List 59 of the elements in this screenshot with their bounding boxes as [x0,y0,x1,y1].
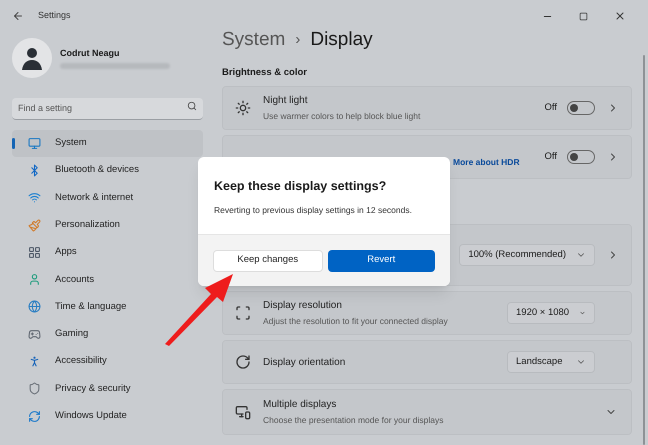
avatar-icon [19,45,45,71]
rotate-icon [235,354,251,370]
sidebar-item[interactable]: Bluetooth & devices [12,156,203,184]
shield-icon [28,382,41,396]
person-icon [28,273,41,286]
gamepad-icon [28,328,41,341]
breadcrumb-parent[interactable]: System [222,26,286,54]
card-title: Night light [263,94,308,108]
maximize-icon[interactable] [579,12,588,20]
breadcrumb-separator: › [295,30,300,50]
sidebar-item[interactable]: System [12,130,203,157]
setting-card[interactable]: Multiple displays Choose the presentation mode for your displays [222,389,632,436]
toggle-state: Off [544,150,557,164]
setting-card[interactable]: Display resolution Adjust the resolution to fit your connected display 1920 × 1080 [222,291,632,336]
toggle-state: Off [544,101,557,116]
sidebar-item[interactable]: Network & internet [12,184,203,212]
user-name: Codrut Neagu [60,46,120,60]
setting-card[interactable]: Night light Use warmer colors to help block blue light Off [222,86,632,130]
scrollbar[interactable] [643,55,645,445]
paintbrush-icon [28,218,41,232]
section-heading: Brightness & color [222,66,308,80]
toggle-switch[interactable] [567,101,595,116]
monitors-icon [235,404,251,420]
card-title: Multiple displays [263,398,338,412]
setting-card[interactable]: Display orientation Landscape [222,340,632,384]
monitor-icon [28,136,41,150]
window-title: Settings [38,9,71,22]
keep-changes-button[interactable]: Keep changes [213,250,322,272]
card-title: Display orientation [263,356,346,370]
sidebar-item[interactable]: Privacy & security [12,375,203,402]
dropdown[interactable]: Landscape [507,351,595,374]
search-field[interactable]: Find a setting [12,98,203,120]
toggle-switch[interactable] [567,150,595,164]
accessibility-icon [28,355,41,368]
bluetooth-icon [28,164,41,177]
dialog-title: Keep these display settings? [214,178,388,195]
page-title: Display [310,28,373,52]
back-icon[interactable] [12,10,24,22]
resolution-icon [235,305,251,322]
dropdown[interactable]: 100% (Recommended) [459,244,595,266]
sidebar-item[interactable]: Apps [12,238,203,266]
card-subtitle: Adjust the resolution to fit your connected display [263,315,449,328]
card-subtitle: Choose the presentation mode for your displays [263,414,444,428]
sidebar-item[interactable]: Time & language [12,293,203,321]
dialog-message: Reverting to previous display settings in 12 seconds. [214,204,413,216]
close-icon[interactable] [614,10,626,22]
dropdown[interactable]: 1920 × 1080 [507,302,595,324]
revert-button[interactable]: Revert [328,250,435,272]
sidebar-item[interactable]: Gaming [12,320,203,348]
card-subtitle: Use warmer colors to help block blue light [263,110,422,124]
search-icon[interactable] [187,101,197,111]
sun-icon [235,100,251,116]
sidebar-item[interactable]: Accessibility [12,348,203,376]
sidebar-item[interactable]: Personalization [12,211,203,239]
card-title: Display resolution [263,299,343,314]
grid-icon [28,246,41,259]
sidebar-item[interactable]: Windows Update [12,402,203,430]
globe-icon [28,300,41,314]
update-icon [28,410,41,423]
